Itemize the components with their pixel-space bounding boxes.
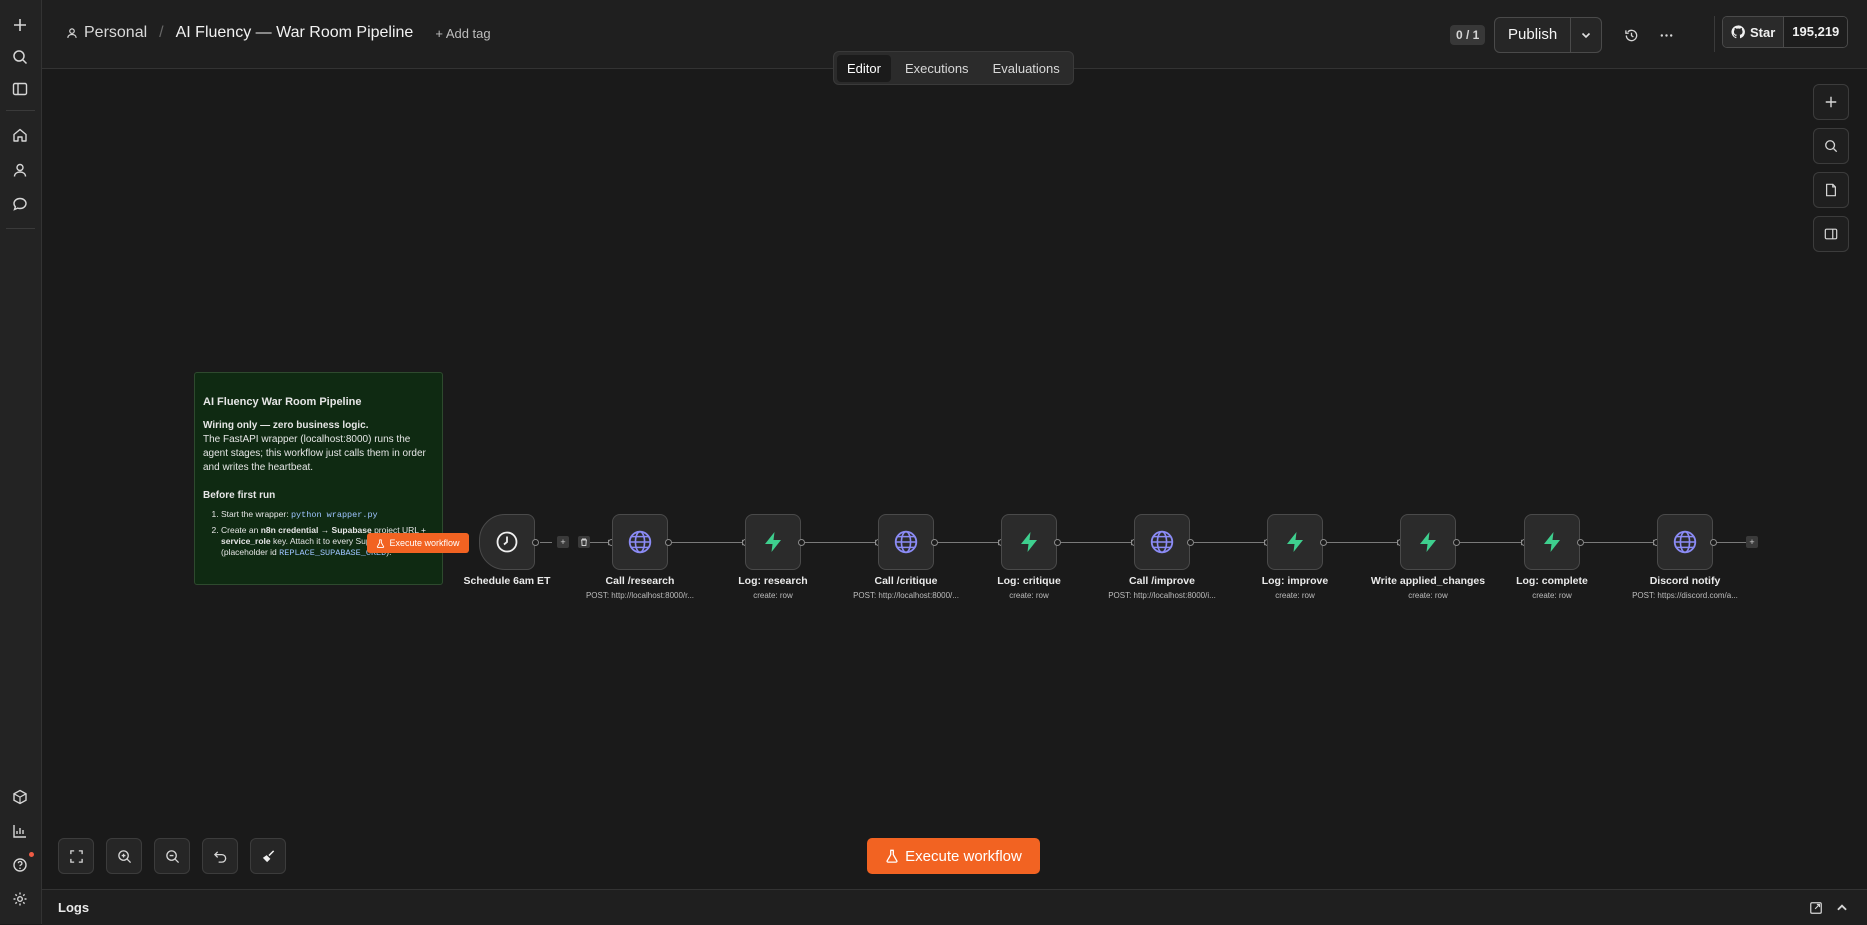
supabase-icon: [765, 532, 781, 552]
undo-icon: [213, 850, 226, 863]
node-log-critique[interactable]: [1001, 514, 1057, 570]
clock-icon: [496, 531, 518, 553]
undo-button[interactable]: [202, 838, 238, 874]
trash-icon: [581, 538, 587, 546]
execute-workflow-label: Execute workflow: [905, 847, 1022, 865]
globe-icon: [1673, 530, 1697, 554]
node-schedule-trigger[interactable]: [479, 514, 535, 570]
zoom-out-icon: [165, 849, 179, 863]
fit-view-button[interactable]: [58, 838, 94, 874]
add-node-on-edge-button[interactable]: +: [557, 536, 569, 548]
globe-icon: [628, 530, 652, 554]
node-log-complete[interactable]: [1524, 514, 1580, 570]
output-port[interactable]: [1710, 539, 1717, 546]
zoom-in-button[interactable]: [106, 838, 142, 874]
tidy-up-button[interactable]: [250, 838, 286, 874]
supabase-icon: [1021, 532, 1037, 552]
add-next-node-button[interactable]: +: [1746, 536, 1758, 548]
node-call-improve[interactable]: [1134, 514, 1190, 570]
flask-icon: [886, 849, 898, 863]
logs-label: Logs: [58, 900, 90, 915]
output-port[interactable]: [1054, 539, 1061, 546]
chevron-up-icon[interactable]: [1835, 901, 1849, 915]
node-label: Discord notify: [1649, 575, 1721, 587]
supabase-icon: [1287, 532, 1303, 552]
output-port[interactable]: [1187, 539, 1194, 546]
output-port[interactable]: [931, 539, 938, 546]
globe-icon: [1150, 530, 1174, 554]
node-log-improve[interactable]: [1267, 514, 1323, 570]
node-call-research[interactable]: [612, 514, 668, 570]
broom-icon: [262, 849, 274, 862]
pop-out-icon[interactable]: [1809, 901, 1823, 915]
output-port[interactable]: [1577, 539, 1584, 546]
node-subtitle: POST: https://discord.com/a...: [1632, 591, 1738, 600]
fullscreen-icon: [69, 849, 83, 863]
output-port[interactable]: [1320, 539, 1327, 546]
logs-panel-bar[interactable]: Logs: [42, 889, 1867, 925]
output-port[interactable]: [1453, 539, 1460, 546]
execute-workflow-button[interactable]: Execute workflow: [867, 838, 1040, 874]
supabase-icon: [1544, 532, 1560, 552]
node-call-critique[interactable]: [878, 514, 934, 570]
globe-icon: [894, 530, 918, 554]
node-discord-notify[interactable]: [1657, 514, 1713, 570]
output-port[interactable]: [532, 539, 539, 546]
output-port[interactable]: [798, 539, 805, 546]
supabase-icon: [1420, 532, 1436, 552]
node-write-applied-changes[interactable]: [1400, 514, 1456, 570]
zoom-in-icon: [117, 849, 131, 863]
connections-layer: [540, 539, 1747, 546]
delete-connection-button[interactable]: [578, 536, 590, 548]
zoom-out-button[interactable]: [154, 838, 190, 874]
node-log-research[interactable]: [745, 514, 801, 570]
output-port[interactable]: [665, 539, 672, 546]
